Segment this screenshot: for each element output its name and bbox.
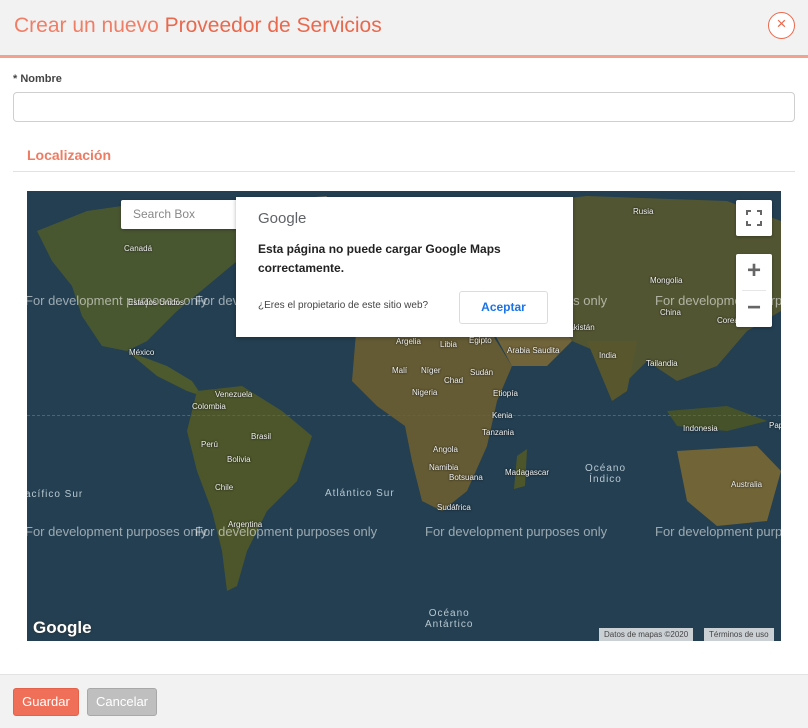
place-label: Rusia <box>633 207 654 216</box>
zoom-out-button[interactable]: − <box>736 291 772 327</box>
place-label: Madagascar <box>505 468 550 477</box>
google-logo: Google <box>258 210 307 227</box>
place-label: Sudán <box>470 368 494 377</box>
place-label: Níger <box>421 366 441 375</box>
place-label: China <box>660 308 681 317</box>
place-label: Mongolia <box>650 276 683 285</box>
modal-title: Crear un nuevo Proveedor de Servicios <box>14 14 382 38</box>
place-label: Chad <box>444 376 464 385</box>
ocean-label-line: Océano <box>428 608 470 619</box>
place-label: Sudáfrica <box>437 503 471 512</box>
terms-of-use-link[interactable]: Términos de uso <box>704 628 774 641</box>
modal-title-main: Proveedor de Servicios <box>164 14 382 37</box>
fullscreen-icon <box>746 210 762 226</box>
google-logo: Google <box>33 618 92 637</box>
place-label: Brasil <box>251 432 272 441</box>
map-data-attribution[interactable]: Datos de mapas ©2020 <box>599 628 694 641</box>
error-message: Esta página no puede cargar Google Maps … <box>258 242 501 275</box>
map-search-input[interactable]: Search Box <box>121 200 251 229</box>
place-label: Canadá <box>124 244 153 253</box>
place-label: Botsuana <box>449 473 483 482</box>
name-label-text: Nombre <box>20 73 62 85</box>
place-label: Tailandia <box>646 359 678 368</box>
place-label: Indonesia <box>683 424 718 433</box>
place-label: Chile <box>215 483 234 492</box>
section-title-localizacion: Localización <box>27 147 112 163</box>
close-icon[interactable]: × <box>768 12 795 39</box>
place-label: Venezuela <box>215 390 253 399</box>
modal-header: Crear un nuevo Proveedor de Servicios × <box>0 0 808 58</box>
ocean-label-indico: Océano Índico <box>585 463 626 485</box>
place-label: Etiopía <box>493 389 518 398</box>
ocean-label: acífico Sur <box>27 489 84 500</box>
ocean-label-line: Antártico <box>425 619 474 630</box>
ocean-label-line: Océano <box>585 463 627 474</box>
zoom-control: + − <box>736 254 772 327</box>
required-mark: * <box>13 73 18 85</box>
watermark: For development purposes only <box>655 524 781 539</box>
place-label: Kenia <box>492 411 513 420</box>
place-label: Tanzania <box>482 428 515 437</box>
section-divider <box>13 171 795 172</box>
place-label: Malí <box>392 366 408 375</box>
zoom-in-button[interactable]: + <box>736 254 772 290</box>
save-button[interactable]: Guardar <box>13 688 79 716</box>
name-input[interactable] <box>13 92 795 122</box>
name-label: * Nombre <box>13 73 62 85</box>
maps-error-dialog: Google Esta página no puede cargar Googl… <box>236 197 573 337</box>
place-label: Australia <box>731 480 763 489</box>
modal-footer: Guardar Cancelar <box>0 674 808 728</box>
place-label: Egipto <box>469 336 492 345</box>
cancel-button[interactable]: Cancelar <box>87 688 157 716</box>
ocean-label-line: Índico <box>589 474 622 485</box>
place-label: Libia <box>440 340 457 349</box>
place-label: Estados Unidos <box>128 298 185 307</box>
ocean-label-antartico: Océano Antártico <box>425 608 473 630</box>
equator-line <box>27 415 781 416</box>
watermark: For development purposes only <box>195 524 378 539</box>
accept-button[interactable]: Aceptar <box>459 291 548 324</box>
place-label: Colombia <box>192 402 226 411</box>
modal-title-prefix: Crear un nuevo <box>14 14 159 37</box>
owner-question: ¿Eres el propietario de este sitio web? <box>258 300 429 311</box>
place-label: Argentina <box>228 520 263 529</box>
place-label: Angola <box>433 445 458 454</box>
place-label: Namibia <box>429 463 459 472</box>
place-label: México <box>129 348 155 357</box>
place-label: Nigeria <box>412 388 438 397</box>
watermark: For development purposes only <box>27 524 208 539</box>
place-label: Papúa Nueva Guinea <box>769 421 781 430</box>
fullscreen-button[interactable] <box>736 200 772 236</box>
place-label: Perú <box>201 440 218 449</box>
place-label: India <box>599 351 617 360</box>
place-label: Arabia Saudita <box>507 346 560 355</box>
watermark: For development purposes only <box>425 524 608 539</box>
place-label: Bolivia <box>227 455 251 464</box>
ocean-label: Atlántico Sur <box>325 488 395 499</box>
place-label: Argelia <box>396 337 421 346</box>
